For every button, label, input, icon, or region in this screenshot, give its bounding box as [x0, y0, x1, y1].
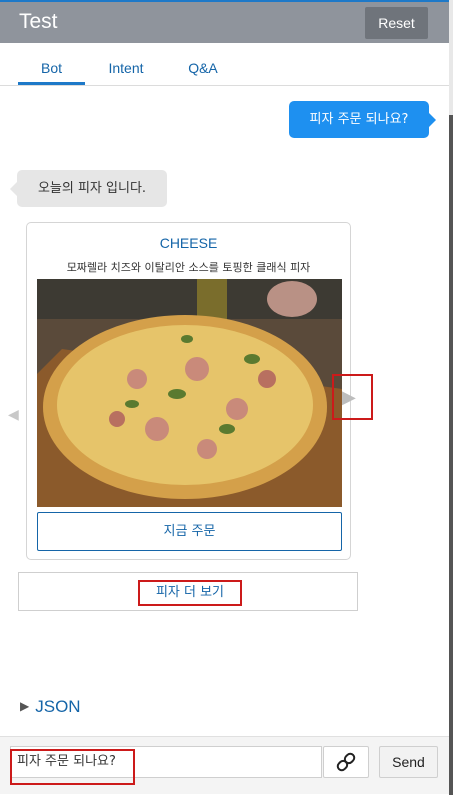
- pizza-photo: [37, 279, 342, 507]
- message-input[interactable]: 피자 주문 되나요?: [10, 746, 322, 778]
- json-label: JSON: [35, 697, 81, 716]
- card-title: CHEESE: [159, 235, 218, 251]
- chevron-right-icon: ▶: [342, 387, 356, 408]
- link-button[interactable]: [323, 746, 369, 778]
- carousel-next-button[interactable]: ▶: [332, 374, 373, 420]
- send-button[interactable]: Send: [379, 746, 438, 778]
- caret-right-icon: ▶: [20, 699, 30, 713]
- json-toggle[interactable]: ▶ JSON: [20, 697, 81, 717]
- pizza-card: CHEESE 모짜렐라 치즈와 이탈리안 소스를 토핑한 클래식 피자 지금 주…: [26, 222, 351, 560]
- pizza-illustration: [37, 279, 342, 507]
- bot-message-bubble: 오늘의 피자 입니다.: [10, 170, 167, 207]
- app-header: Test Reset: [0, 0, 449, 43]
- reset-button[interactable]: Reset: [365, 7, 428, 39]
- app-title: Test: [19, 10, 58, 33]
- tab-qna[interactable]: Q&A: [175, 43, 231, 85]
- user-message-bubble: 피자 주문 되나요?: [289, 101, 436, 138]
- card-subtitle: 모짜렐라 치즈와 이탈리안 소스를 토핑한 클래식 피자: [66, 261, 311, 274]
- scrollbar[interactable]: [449, 0, 453, 795]
- order-now-button[interactable]: 지금 주문: [37, 512, 342, 551]
- scrollbar-thumb[interactable]: [449, 115, 453, 795]
- tab-intent[interactable]: Intent: [96, 43, 156, 85]
- carousel-prev-icon[interactable]: ◀: [8, 407, 19, 423]
- more-pizza-button[interactable]: 피자 더 보기: [138, 580, 242, 606]
- tab-bar: Bot Intent Q&A: [0, 43, 449, 86]
- link-icon: [336, 752, 356, 772]
- tab-bot[interactable]: Bot: [18, 43, 85, 85]
